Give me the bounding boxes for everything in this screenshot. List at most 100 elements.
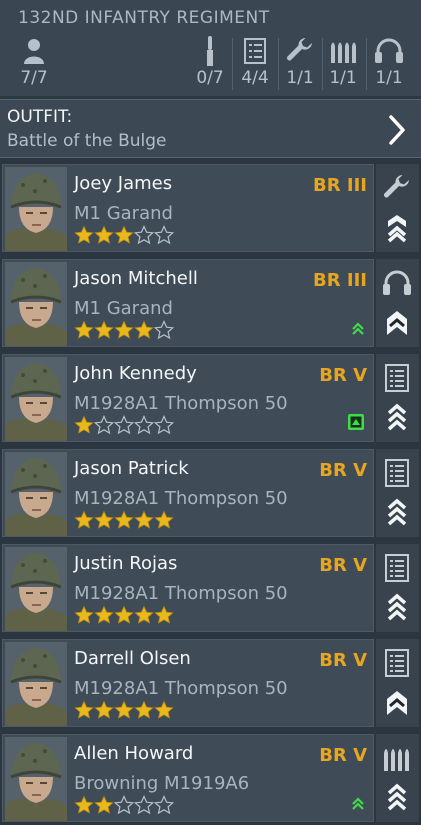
- soldier-row[interactable]: Jason Mitchell M1 Garand BR III: [0, 257, 421, 349]
- soldier-rating-stars: [74, 320, 174, 340]
- stat-value: 1/1: [329, 68, 357, 88]
- rank-chevron-icon: [384, 783, 410, 812]
- stat-value: 7/7: [20, 68, 48, 88]
- soldier-card[interactable]: Jason Patrick M1928A1 Thompson 50 BR V: [2, 449, 374, 537]
- rank-chevron-icon: [384, 309, 410, 337]
- soldier-portrait: [5, 452, 67, 536]
- soldier-name: Jason Mitchell: [74, 268, 198, 289]
- soldier-weapon: M1 Garand: [74, 203, 173, 224]
- stat-radio-operator: 1/1: [369, 36, 409, 88]
- soldier-portrait: [5, 737, 67, 821]
- soldier-class-panel: [376, 734, 419, 822]
- soldier-row[interactable]: Allen Howard Browning M1919A6 BR V: [0, 732, 421, 824]
- soldier-class-panel: [376, 639, 419, 727]
- soldier-weapon: M1928A1 Thompson 50: [74, 678, 288, 699]
- stat-value: 1/1: [375, 68, 403, 88]
- soldier-row[interactable]: Darrell Olsen M1928A1 Thompson 50 BR V: [0, 637, 421, 729]
- soldier-rating-stars: [74, 225, 174, 245]
- outfit-selector[interactable]: OUTFIT: Battle of the Bulge: [0, 99, 421, 158]
- battle-rating: BR III: [313, 270, 367, 291]
- soldier-name: Darrell Olsen: [74, 648, 191, 669]
- battle-rating: BR V: [319, 650, 367, 671]
- soldier-class-panel: [376, 259, 419, 347]
- soldier-name: Allen Howard: [74, 743, 194, 764]
- soldier-name: Jason Patrick: [74, 458, 189, 479]
- rank-chevron-icon: [384, 498, 410, 527]
- stat-engineer: 1/1: [280, 36, 320, 88]
- rifleman-icon: [190, 36, 230, 66]
- ammo-icon: [381, 742, 413, 774]
- rank-chevron-icon: [384, 689, 410, 717]
- rank-chevron-icon: [384, 593, 410, 622]
- soldier-portrait: [5, 262, 67, 346]
- soldier-row[interactable]: Justin Rojas M1928A1 Thompson 50 BR V: [0, 542, 421, 634]
- wrench-icon: [381, 172, 413, 204]
- radio-list-icon: [381, 457, 413, 489]
- stat-value: 0/7: [196, 68, 224, 88]
- battle-rating: BR V: [319, 460, 367, 481]
- soldier-card[interactable]: Justin Rojas M1928A1 Thompson 50 BR V: [2, 544, 374, 632]
- stat-value: 4/4: [241, 68, 269, 88]
- chevron-right-icon[interactable]: [387, 115, 407, 149]
- radio-list-icon: [381, 362, 413, 394]
- soldier-class-panel: [376, 164, 419, 252]
- soldier-weapon: M1 Garand: [74, 298, 173, 319]
- ammo-icon: [323, 36, 363, 66]
- radio-list-icon: [235, 36, 275, 66]
- outfit-name: Battle of the Bulge: [7, 131, 167, 151]
- radio-list-icon: [381, 647, 413, 679]
- divider: [366, 38, 367, 90]
- soldier-class-panel: [376, 544, 419, 632]
- battle-rating: BR V: [319, 555, 367, 576]
- soldier-rating-stars: [74, 795, 174, 815]
- rank-chevron-icon: [384, 403, 410, 432]
- soldier-weapon: M1928A1 Thompson 50: [74, 393, 288, 414]
- soldier-name: Joey James: [74, 173, 173, 194]
- soldier-card[interactable]: Darrell Olsen M1928A1 Thompson 50 BR V: [2, 639, 374, 727]
- battle-rating: BR V: [319, 365, 367, 386]
- battle-rating: BR III: [313, 175, 367, 196]
- rank-chevron-icon: [384, 214, 410, 243]
- soldier-rating-stars: [74, 605, 174, 625]
- radio-list-icon: [381, 552, 413, 584]
- regiment-header: 132ND INFANTRY REGIMENT 7/7 0/7 4/4 1/1 …: [0, 0, 421, 96]
- soldier-rating-stars: [74, 510, 174, 530]
- soldier-weapon: Browning M1919A6: [74, 773, 250, 794]
- upgrade-available-icon: [351, 796, 365, 815]
- soldier-card[interactable]: Joey James M1 Garand BR III: [2, 164, 374, 252]
- stat-value: 1/1: [286, 68, 314, 88]
- soldier-card[interactable]: Allen Howard Browning M1919A6 BR V: [2, 734, 374, 822]
- soldier-row[interactable]: Joey James M1 Garand BR III: [0, 162, 421, 254]
- soldier-name: Justin Rojas: [74, 553, 178, 574]
- soldier-rating-stars: [74, 700, 174, 720]
- divider: [278, 38, 279, 90]
- soldier-weapon: M1928A1 Thompson 50: [74, 583, 288, 604]
- soldier-weapon: M1928A1 Thompson 50: [74, 488, 288, 509]
- upgrade-available-icon: [351, 321, 365, 340]
- soldier-row[interactable]: John Kennedy M1928A1 Thompson 50 BR V: [0, 352, 421, 444]
- wrench-icon: [280, 36, 320, 66]
- stat-rifleman: 0/7: [190, 36, 230, 88]
- soldier-icon: [14, 36, 54, 66]
- upgrade-available-icon: [347, 413, 365, 435]
- stat-soldiers: 7/7: [14, 36, 54, 88]
- soldier-portrait: [5, 547, 67, 631]
- soldier-portrait: [5, 357, 67, 441]
- soldier-class-panel: [376, 354, 419, 442]
- soldier-name: John Kennedy: [74, 363, 197, 384]
- regiment-title: 132ND INFANTRY REGIMENT: [18, 8, 270, 28]
- soldier-portrait: [5, 167, 67, 251]
- soldier-portrait: [5, 642, 67, 726]
- soldier-row[interactable]: Jason Patrick M1928A1 Thompson 50 BR V: [0, 447, 421, 539]
- stat-radio: 4/4: [235, 36, 275, 88]
- soldier-rating-stars: [74, 415, 174, 435]
- outfit-label: OUTFIT:: [7, 107, 73, 127]
- soldier-card[interactable]: John Kennedy M1928A1 Thompson 50 BR V: [2, 354, 374, 442]
- headphones-icon: [381, 267, 413, 299]
- stat-ammo: 1/1: [323, 36, 363, 88]
- divider: [232, 38, 233, 90]
- soldier-class-panel: [376, 449, 419, 537]
- soldier-card[interactable]: Jason Mitchell M1 Garand BR III: [2, 259, 374, 347]
- battle-rating: BR V: [319, 745, 367, 766]
- headphones-icon: [369, 36, 409, 66]
